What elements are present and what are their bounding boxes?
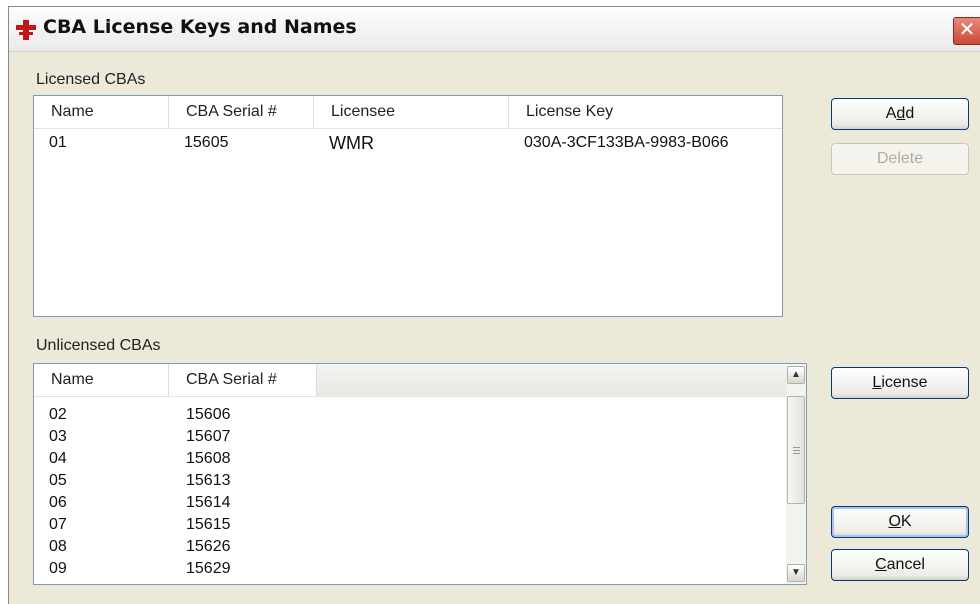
row-serial: 15629 bbox=[186, 560, 231, 577]
license-button[interactable]: License bbox=[831, 367, 969, 399]
row-serial: 15608 bbox=[186, 450, 231, 467]
column-header-serial[interactable]: CBA Serial # bbox=[169, 96, 314, 128]
title-bar[interactable]: CBA License Keys and Names ✕ bbox=[9, 7, 980, 52]
column-header-name[interactable]: Name bbox=[34, 364, 169, 396]
add-button[interactable]: Add bbox=[831, 98, 969, 130]
row-serial: 15605 bbox=[184, 134, 229, 151]
unlicensed-cba-list[interactable]: Name CBA Serial # 02 15606 03 15607 04 15608 0… bbox=[33, 363, 807, 585]
row-serial: 15607 bbox=[186, 428, 231, 445]
licensed-list-header: Name CBA Serial # Licensee License Key bbox=[34, 96, 782, 129]
row-serial: 15613 bbox=[186, 472, 231, 489]
unlicensed-list-header: Name CBA Serial # bbox=[34, 364, 786, 397]
column-header-licensee[interactable]: Licensee bbox=[314, 96, 509, 128]
unlicensed-cbas-label: Unlicensed CBAs bbox=[36, 337, 161, 354]
vertical-scrollbar[interactable]: ▲ ▼ bbox=[786, 364, 806, 584]
ok-button[interactable]: OK bbox=[831, 506, 969, 538]
row-serial: 15626 bbox=[186, 538, 231, 555]
column-header-name[interactable]: Name bbox=[34, 96, 169, 128]
row-name: 02 bbox=[49, 406, 67, 423]
column-header-license-key[interactable]: License Key bbox=[509, 96, 782, 128]
row-name: 01 bbox=[49, 134, 67, 151]
row-name: 07 bbox=[49, 516, 67, 533]
scroll-thumb[interactable] bbox=[787, 396, 805, 504]
row-serial: 15606 bbox=[186, 406, 231, 423]
licensed-cbas-label: Licensed CBAs bbox=[36, 71, 146, 88]
licensed-cba-list[interactable]: Name CBA Serial # Licensee License Key 0… bbox=[33, 95, 783, 317]
row-name: 04 bbox=[49, 450, 67, 467]
license-dialog: CBA License Keys and Names ✕ Licensed CB… bbox=[8, 6, 980, 604]
row-name: 08 bbox=[49, 538, 67, 555]
row-serial: 15615 bbox=[186, 516, 231, 533]
row-name: 09 bbox=[49, 560, 67, 577]
row-serial: 15614 bbox=[186, 494, 231, 511]
column-header-serial[interactable]: CBA Serial # bbox=[169, 364, 317, 396]
scroll-up-arrow-icon[interactable]: ▲ bbox=[787, 366, 805, 384]
row-name: 06 bbox=[49, 494, 67, 511]
row-licensee: WMR bbox=[329, 133, 374, 153]
row-name: 05 bbox=[49, 472, 67, 489]
column-header-empty bbox=[317, 364, 786, 396]
delete-button[interactable]: Delete bbox=[831, 143, 969, 175]
cancel-button[interactable]: Cancel bbox=[831, 549, 969, 581]
row-name: 03 bbox=[49, 428, 67, 445]
close-icon[interactable]: ✕ bbox=[953, 17, 980, 45]
red-cross-icon bbox=[16, 20, 36, 40]
window-title: CBA License Keys and Names bbox=[43, 16, 357, 38]
scroll-down-arrow-icon[interactable]: ▼ bbox=[787, 564, 805, 582]
row-license-key: 030A-3CF133BA-9983-B066 bbox=[524, 134, 729, 151]
